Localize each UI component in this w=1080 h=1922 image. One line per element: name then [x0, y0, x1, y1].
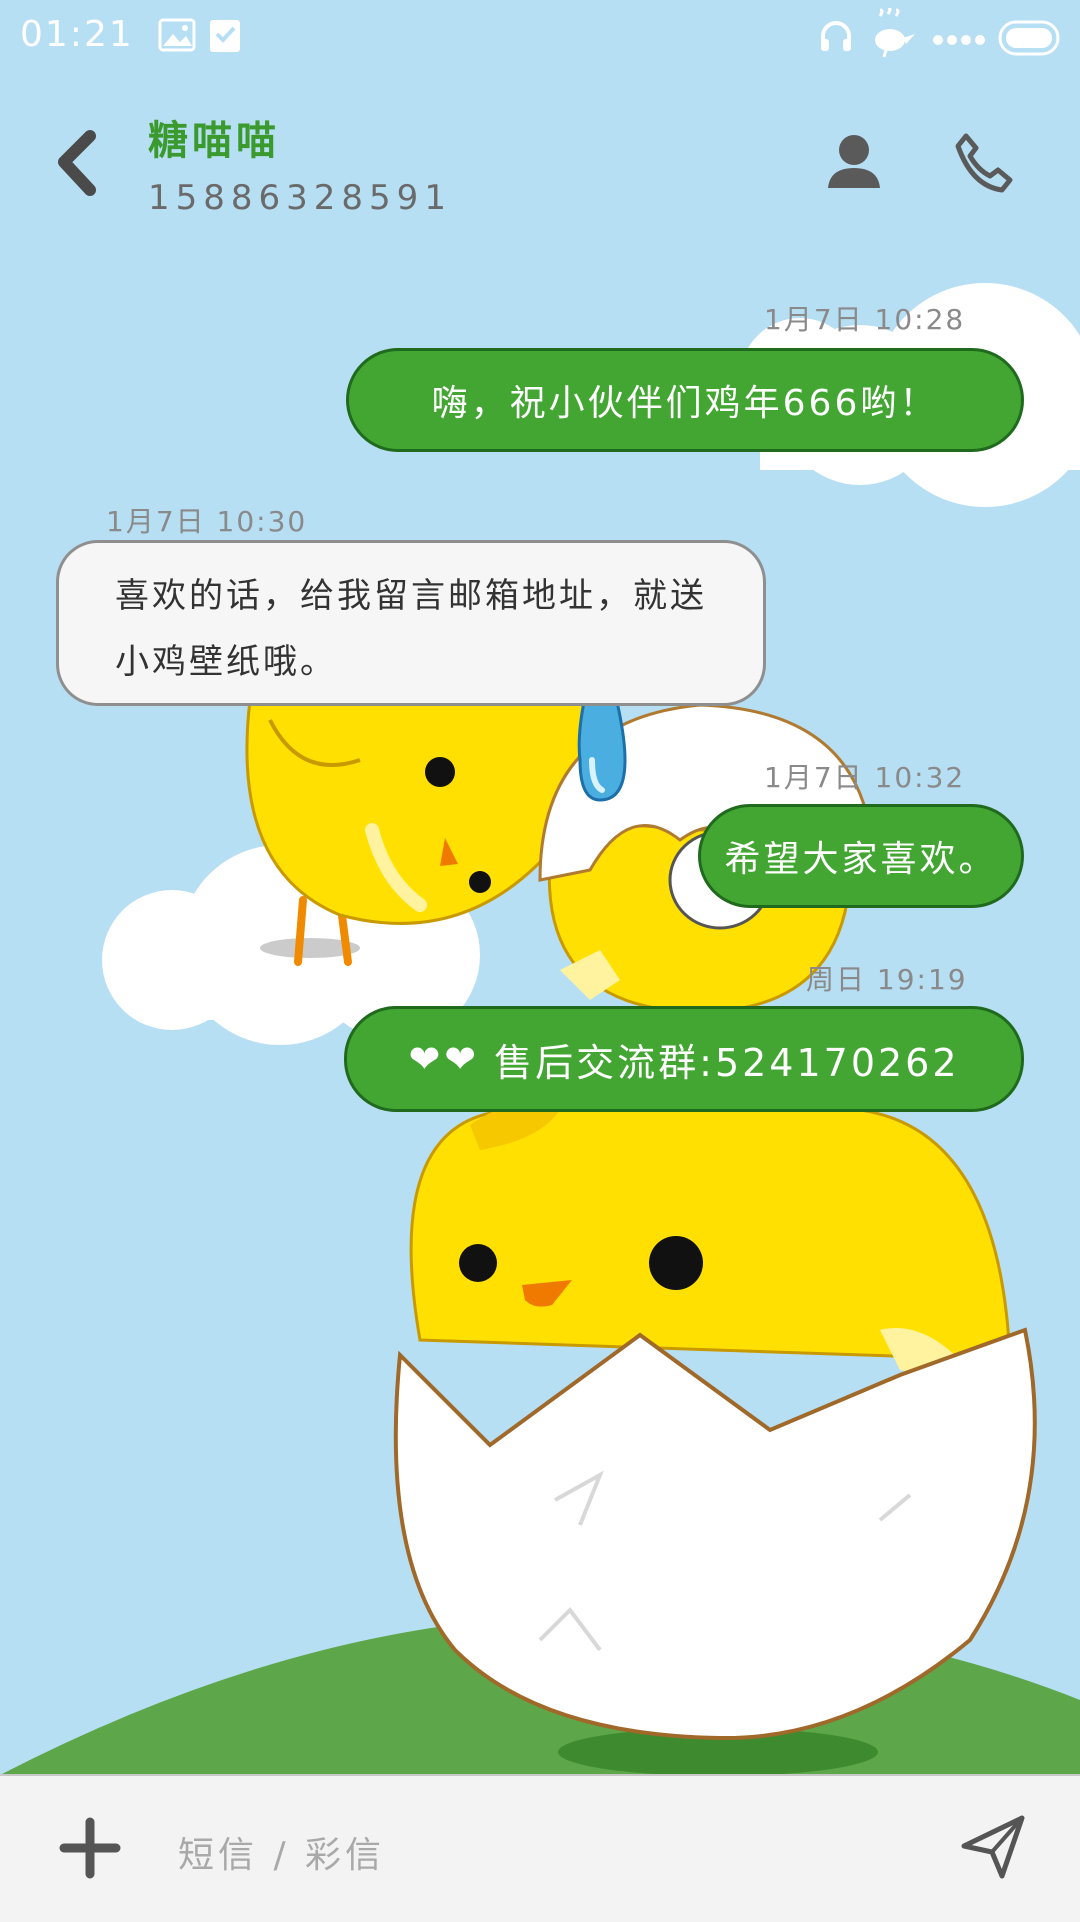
add-attachment-button[interactable] — [58, 1816, 122, 1880]
message-text: 嗨，祝小伙伴们鸡年666哟！ — [431, 383, 939, 424]
call-button[interactable] — [952, 130, 1016, 194]
chick-in-egg — [393, 1102, 1037, 1741]
status-time: 01:21 — [20, 14, 134, 55]
contact-name: 糖喵喵 — [148, 118, 280, 164]
phone-icon — [955, 133, 1013, 193]
send-button[interactable] — [958, 1812, 1028, 1882]
message-timestamp: 周日 19:19 — [806, 963, 968, 996]
battery-icon — [998, 20, 1062, 60]
send-arrow-icon — [961, 1815, 1025, 1879]
signal-dots-icon — [932, 32, 988, 51]
message-timestamp: 1月7日 10:28 — [764, 303, 966, 336]
back-button[interactable] — [48, 128, 108, 198]
status-bar: 01:21 — [0, 0, 1080, 80]
contact-button[interactable] — [822, 130, 886, 194]
message-text: 喜欢的话，给我留言邮箱地址，就送小鸡壁纸哦。 — [115, 576, 707, 682]
headphones-icon — [818, 18, 854, 58]
back-chevron-icon — [58, 130, 96, 196]
message-timestamp: 1月7日 10:30 — [106, 505, 308, 538]
contact-person-icon — [828, 135, 880, 188]
message-text: 售后交流群:524170262 — [494, 1040, 960, 1085]
incoming-message-bubble[interactable]: 喜欢的话，给我留言邮箱地址，就送小鸡壁纸哦。 — [56, 540, 766, 706]
outgoing-message-bubble[interactable]: 嗨，祝小伙伴们鸡年666哟！ — [346, 348, 1024, 452]
chick-upside — [245, 698, 591, 966]
contact-number: 15886328591 — [148, 178, 452, 218]
check-shield-icon — [208, 18, 242, 58]
outgoing-message-bubble[interactable]: ❤❤ 售后交流群:524170262 — [344, 1006, 1024, 1112]
plus-icon — [59, 1817, 121, 1879]
message-text: 希望大家喜欢。 — [724, 839, 998, 880]
heart-icon: ❤❤ — [408, 1037, 481, 1081]
outgoing-message-bubble[interactable]: 希望大家喜欢。 — [698, 804, 1024, 908]
message-input[interactable]: 短信 / 彩信 — [178, 1826, 385, 1878]
message-timestamp: 1月7日 10:32 — [764, 761, 966, 794]
image-icon — [158, 18, 196, 56]
bird-icon — [870, 6, 916, 62]
composer-bar — [0, 1774, 1080, 1922]
